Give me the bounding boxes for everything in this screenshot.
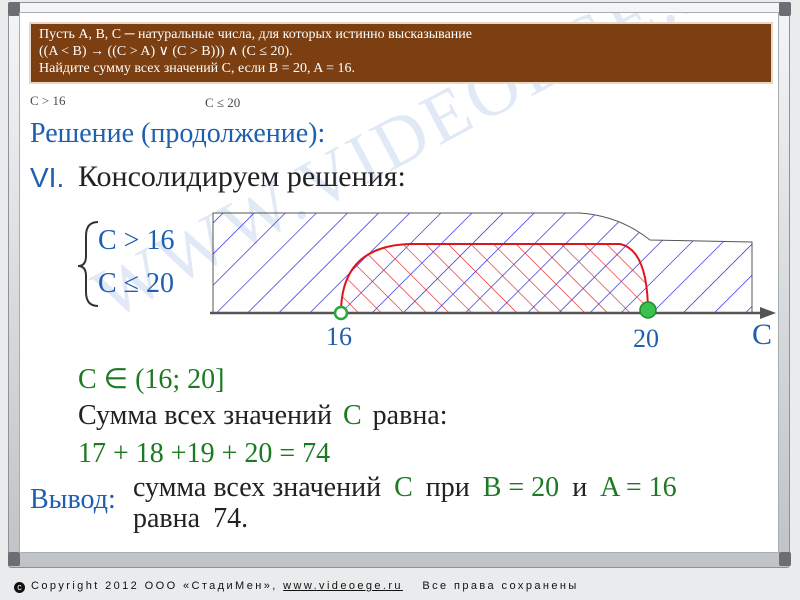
- copyright-icon: c: [14, 582, 25, 593]
- point-16-open: [333, 305, 349, 321]
- conclusion-value: 74.: [213, 503, 249, 534]
- region-c-gt-16: [339, 243, 650, 314]
- inequality-1: C > 16: [98, 225, 175, 256]
- sum-label-var: C: [342, 400, 362, 431]
- axis-label: C: [752, 318, 773, 351]
- conclusion-at: при: [425, 472, 470, 503]
- sum-expression: 17 + 18 +19 + 20 = 74: [78, 438, 331, 469]
- number-line-diagram: [77, 212, 776, 321]
- rights-text: Все права сохранены: [422, 580, 579, 592]
- conclusion-text: сумма всех значений: [133, 472, 382, 503]
- solution-interval: C ∈ (16; 20]: [78, 364, 225, 395]
- conclusion-var: C: [394, 472, 413, 503]
- site-link[interactable]: www.videoege.ru: [283, 580, 403, 592]
- conclusion-and: и: [572, 472, 588, 503]
- point-20-filled: [639, 301, 657, 319]
- copyright-footer: c Copyright 2012 ООО «СтадиМен», www.vide…: [14, 580, 579, 593]
- inequality-2: C ≤ 20: [98, 268, 175, 299]
- conclusion-label: Вывод:: [30, 484, 116, 515]
- conclusion-cond-b: B = 20: [482, 472, 560, 503]
- conclusion-cond-a: A = 16: [600, 472, 677, 503]
- sum-label-text: Сумма всех значений: [78, 400, 332, 431]
- conclusion-equals: равна: [133, 503, 201, 534]
- system-brace: [77, 221, 99, 307]
- conclusion-line-1: сумма всех значений C при B = 20 и A = 1…: [133, 472, 677, 504]
- sum-label-tail: равна:: [372, 400, 448, 431]
- copyright-text: Copyright 2012 ООО «СтадиМен»,: [31, 580, 278, 592]
- point-label-16: 16: [326, 322, 352, 351]
- sum-label: Сумма всех значений C равна:: [78, 400, 448, 432]
- point-label-20: 20: [633, 324, 659, 353]
- conclusion-line-2: равна 74.: [133, 503, 248, 535]
